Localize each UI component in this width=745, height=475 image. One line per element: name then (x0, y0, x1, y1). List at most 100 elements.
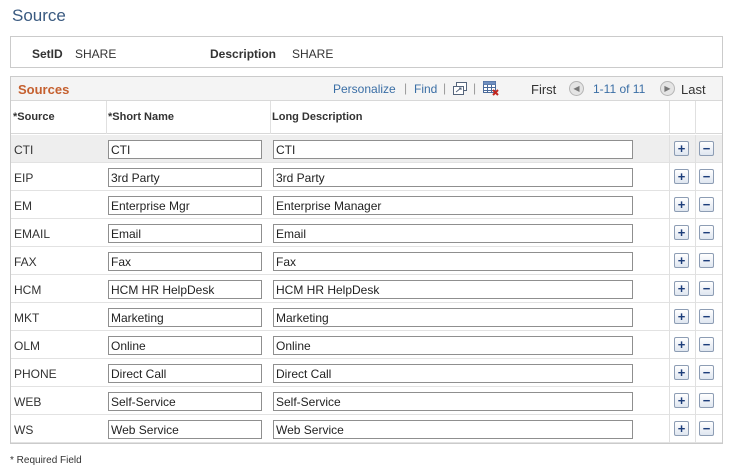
download-grid-icon[interactable] (483, 81, 499, 96)
long-description-input[interactable] (273, 336, 633, 355)
short-name-input[interactable] (108, 392, 262, 411)
add-row-button[interactable]: + (674, 253, 689, 268)
add-row-icon: + (677, 309, 686, 324)
add-row-button[interactable]: + (674, 225, 689, 240)
column-header-short-name[interactable]: *Short Name (106, 101, 270, 134)
column-divider (695, 359, 696, 387)
short-name-input[interactable] (108, 364, 262, 383)
delete-row-button[interactable]: − (699, 225, 714, 240)
add-row-icon: + (677, 197, 686, 212)
short-name-input[interactable] (108, 196, 262, 215)
add-row-button[interactable]: + (674, 393, 689, 408)
column-divider (695, 387, 696, 415)
delete-row-icon: − (702, 225, 711, 240)
source-cell: CTI (14, 143, 34, 157)
delete-row-icon: − (702, 197, 711, 212)
column-divider (669, 219, 670, 247)
delete-row-button[interactable]: − (699, 365, 714, 380)
source-cell: FAX (14, 255, 37, 269)
delete-row-icon: − (702, 253, 711, 268)
delete-row-button[interactable]: − (699, 421, 714, 436)
delete-row-button[interactable]: − (699, 337, 714, 352)
column-divider (106, 101, 107, 134)
add-row-icon: + (677, 365, 686, 380)
add-row-button[interactable]: + (674, 281, 689, 296)
delete-row-icon: − (702, 337, 711, 352)
long-description-input[interactable] (273, 196, 633, 215)
nav-separator: | (404, 81, 408, 95)
add-row-button[interactable]: + (674, 365, 689, 380)
column-divider (669, 247, 670, 275)
column-divider (669, 359, 670, 387)
delete-row-button[interactable]: − (699, 169, 714, 184)
column-divider (695, 331, 696, 359)
add-row-button[interactable]: + (674, 337, 689, 352)
prev-arrow-icon[interactable]: ◀ (569, 81, 584, 96)
delete-row-button[interactable]: − (699, 281, 714, 296)
delete-row-button[interactable]: − (699, 141, 714, 156)
short-name-input[interactable] (108, 252, 262, 271)
add-row-button[interactable]: + (674, 421, 689, 436)
source-cell: EM (14, 199, 32, 213)
add-row-button[interactable]: + (674, 169, 689, 184)
add-row-icon: + (677, 169, 686, 184)
delete-row-icon: − (702, 281, 711, 296)
delete-row-icon: − (702, 421, 711, 436)
description-label: Description (210, 47, 277, 61)
grid-title: Sources (18, 82, 70, 97)
column-divider (695, 415, 696, 443)
setid-value: SHARE (75, 47, 117, 61)
add-row-icon: + (677, 253, 686, 268)
setid-label: SetID (32, 47, 63, 61)
long-description-input[interactable] (273, 140, 633, 159)
next-arrow-icon[interactable]: ▶ (660, 81, 675, 96)
header-section: SetID SHARE Description SHARE (10, 36, 723, 68)
short-name-input[interactable] (108, 224, 262, 243)
table-row: OLM + − (11, 331, 722, 359)
short-name-input[interactable] (108, 140, 262, 159)
add-row-button[interactable]: + (674, 141, 689, 156)
short-name-input[interactable] (108, 308, 262, 327)
column-divider (669, 387, 670, 415)
long-description-input[interactable] (273, 420, 633, 439)
add-row-button[interactable]: + (674, 197, 689, 212)
long-description-input[interactable] (273, 224, 633, 243)
short-name-input[interactable] (108, 168, 262, 187)
view-all-icon[interactable] (452, 81, 468, 96)
add-row-icon: + (677, 421, 686, 436)
long-description-input[interactable] (273, 252, 633, 271)
delete-row-button[interactable]: − (699, 253, 714, 268)
delete-row-icon: − (702, 141, 711, 156)
column-divider (695, 275, 696, 303)
sources-grid: Sources Personalize | Find | | First ◀ 1… (10, 76, 723, 444)
find-link[interactable]: Find (414, 82, 437, 96)
long-description-input[interactable] (273, 364, 633, 383)
table-row: EM + − (11, 191, 722, 219)
long-description-input[interactable] (273, 280, 633, 299)
column-header-long-description[interactable]: Long Description (270, 101, 669, 134)
delete-row-button[interactable]: − (699, 309, 714, 324)
column-divider (695, 247, 696, 275)
first-label: First (531, 82, 557, 97)
grid-navigation-bar: Sources Personalize | Find | | First ◀ 1… (11, 77, 722, 101)
short-name-input[interactable] (108, 280, 262, 299)
column-header-source[interactable]: *Source (11, 101, 106, 134)
add-row-button[interactable]: + (674, 309, 689, 324)
long-description-input[interactable] (273, 308, 633, 327)
delete-row-button[interactable]: − (699, 197, 714, 212)
short-name-input[interactable] (108, 420, 262, 439)
source-cell: WEB (14, 395, 42, 409)
delete-row-button[interactable]: − (699, 393, 714, 408)
short-name-input[interactable] (108, 336, 262, 355)
description-value: SHARE (292, 47, 334, 61)
long-description-input[interactable] (273, 168, 633, 187)
long-description-input[interactable] (273, 392, 633, 411)
column-divider (669, 135, 670, 163)
personalize-link[interactable]: Personalize (333, 82, 396, 96)
delete-row-icon: − (702, 169, 711, 184)
source-cell: MKT (14, 311, 40, 325)
table-row: CTI + − (11, 135, 722, 163)
source-cell: PHONE (14, 367, 57, 381)
column-label-short-name: *Short Name (108, 111, 175, 123)
delete-row-icon: − (702, 365, 711, 380)
